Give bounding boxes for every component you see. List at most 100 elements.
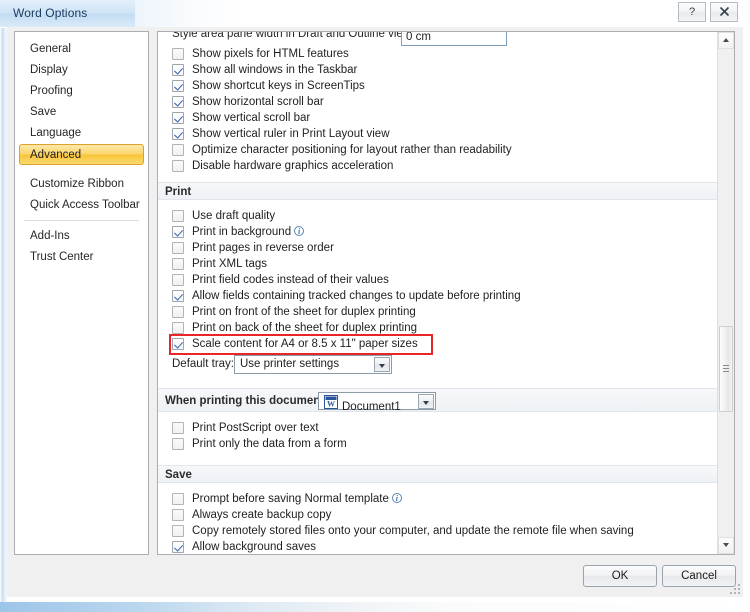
checkbox-row-print-xml-tags[interactable]: Print XML tags bbox=[158, 256, 718, 272]
checkbox-row-print-in-background[interactable]: Print in background i bbox=[158, 224, 718, 240]
cancel-button[interactable]: Cancel bbox=[662, 565, 736, 587]
sidebar-item-quick-access-toolbar[interactable]: Quick Access Toolbar bbox=[19, 195, 144, 216]
sidebar-item-label: Language bbox=[30, 127, 82, 139]
sidebar-item-advanced[interactable]: Advanced bbox=[19, 144, 144, 165]
checkbox-row-disable-hardware-acceleration[interactable]: Disable hardware graphics acceleration bbox=[158, 158, 718, 174]
print-options-group: Use draft quality Print in background i P… bbox=[158, 208, 718, 352]
word-options-window: Word Options ? General Display Proofing … bbox=[0, 0, 750, 612]
svg-text:W: W bbox=[327, 400, 335, 409]
checkbox-copy-remotely-stored-files[interactable] bbox=[172, 525, 184, 537]
close-button[interactable] bbox=[710, 2, 738, 22]
checkbox-row-print-only-data-from-form[interactable]: Print only the data from a form bbox=[158, 436, 718, 452]
title-bar: Word Options ? bbox=[0, 0, 750, 28]
resize-grip-icon[interactable] bbox=[729, 583, 740, 594]
checkbox-label: Show vertical ruler in Print Layout view bbox=[192, 128, 390, 140]
sidebar-item-display[interactable]: Display bbox=[19, 60, 144, 81]
sidebar-item-save[interactable]: Save bbox=[19, 102, 144, 123]
checkbox-row-print-postscript-over-text[interactable]: Print PostScript over text bbox=[158, 420, 718, 436]
checkbox-row-show-vertical-ruler[interactable]: Show vertical ruler in Print Layout view bbox=[158, 126, 718, 142]
checkbox-show-all-windows-taskbar[interactable] bbox=[172, 64, 184, 76]
checkbox-print-postscript-over-text[interactable] bbox=[172, 422, 184, 434]
sidebar-item-label: Add-Ins bbox=[30, 230, 70, 242]
default-tray-row: Default tray: Use printer settings bbox=[158, 355, 718, 377]
chevron-down-icon[interactable] bbox=[418, 394, 434, 409]
checkbox-label: Optimize character positioning for layou… bbox=[192, 144, 512, 156]
checkbox-disable-hardware-acceleration[interactable] bbox=[172, 160, 184, 172]
checkbox-label: Print only the data from a form bbox=[192, 438, 347, 450]
checkbox-optimize-character-positioning[interactable] bbox=[172, 144, 184, 156]
checkbox-label: Print field codes instead of their value… bbox=[192, 274, 389, 286]
checkbox-row-allow-background-saves[interactable]: Allow background saves bbox=[158, 539, 718, 554]
checkbox-row-copy-remotely-stored-files[interactable]: Copy remotely stored files onto your com… bbox=[158, 523, 718, 539]
checkbox-row-print-reverse-order[interactable]: Print pages in reverse order bbox=[158, 240, 718, 256]
sidebar-item-label: Advanced bbox=[30, 149, 82, 161]
sidebar-item-general[interactable]: General bbox=[19, 39, 144, 60]
scrollbar-thumb[interactable] bbox=[719, 326, 733, 412]
checkbox-print-front-duplex[interactable] bbox=[172, 306, 184, 318]
checkbox-allow-fields-tracked-changes[interactable] bbox=[172, 290, 184, 302]
checkbox-print-only-data-from-form[interactable] bbox=[172, 438, 184, 450]
checkbox-label: Print XML tags bbox=[192, 258, 267, 270]
checkbox-row-scale-content-a4[interactable]: Scale content for A4 or 8.5 x 11" paper … bbox=[158, 336, 718, 352]
checkbox-allow-background-saves[interactable] bbox=[172, 541, 184, 553]
ok-button[interactable]: OK bbox=[583, 565, 657, 587]
checkbox-row-print-front-duplex[interactable]: Print on front of the sheet for duplex p… bbox=[158, 304, 718, 320]
scroll-up-button[interactable] bbox=[718, 32, 734, 49]
checkbox-print-back-duplex[interactable] bbox=[172, 322, 184, 334]
sidebar-item-trust-center[interactable]: Trust Center bbox=[19, 247, 144, 268]
sidebar-item-customize-ribbon[interactable]: Customize Ribbon bbox=[19, 174, 144, 195]
default-tray-label: Default tray: bbox=[172, 358, 234, 370]
checkbox-label: Print pages in reverse order bbox=[192, 242, 334, 254]
when-printing-label: When printing this document: bbox=[165, 395, 328, 407]
sidebar-item-proofing[interactable]: Proofing bbox=[19, 81, 144, 102]
checkbox-show-vertical-scrollbar[interactable] bbox=[172, 112, 184, 124]
checkbox-row-use-draft-quality[interactable]: Use draft quality bbox=[158, 208, 718, 224]
checkbox-row-show-vertical-scrollbar[interactable]: Show vertical scroll bar bbox=[158, 110, 718, 126]
checkbox-always-create-backup-copy[interactable] bbox=[172, 509, 184, 521]
checkbox-use-draft-quality[interactable] bbox=[172, 210, 184, 222]
checkbox-row-show-horizontal-scrollbar[interactable]: Show horizontal scroll bar bbox=[158, 94, 718, 110]
checkbox-row-show-pixels-html[interactable]: Show pixels for HTML features bbox=[158, 46, 718, 62]
checkbox-prompt-before-saving-normal-template[interactable] bbox=[172, 493, 184, 505]
help-button[interactable]: ? bbox=[678, 2, 706, 22]
checkbox-print-reverse-order[interactable] bbox=[172, 242, 184, 254]
when-printing-document-dropdown[interactable]: W Document1 bbox=[318, 392, 436, 413]
scroll-up-arrow-icon bbox=[723, 38, 729, 42]
checkbox-print-field-codes[interactable] bbox=[172, 274, 184, 286]
style-area-pane-width-input[interactable]: 0 cm bbox=[401, 32, 507, 46]
checkbox-show-pixels-html[interactable] bbox=[172, 48, 184, 60]
window-title: Word Options bbox=[13, 6, 88, 20]
checkbox-label: Print on front of the sheet for duplex p… bbox=[192, 306, 416, 318]
checkbox-label: Prompt before saving Normal template bbox=[192, 493, 389, 505]
checkbox-row-always-create-backup-copy[interactable]: Always create backup copy bbox=[158, 507, 718, 523]
checkbox-row-allow-fields-tracked-changes[interactable]: Allow fields containing tracked changes … bbox=[158, 288, 718, 304]
scroll-down-button[interactable] bbox=[718, 537, 734, 554]
checkbox-show-vertical-ruler[interactable] bbox=[172, 128, 184, 140]
sidebar-item-language[interactable]: Language bbox=[19, 123, 144, 144]
checkbox-show-shortcut-keys[interactable] bbox=[172, 80, 184, 92]
scroll-down-arrow-icon bbox=[723, 543, 729, 547]
sidebar-item-add-ins[interactable]: Add-Ins bbox=[19, 226, 144, 247]
info-icon[interactable]: i bbox=[391, 493, 402, 503]
checkbox-print-xml-tags[interactable] bbox=[172, 258, 184, 270]
info-icon[interactable]: i bbox=[294, 226, 305, 236]
chevron-down-icon[interactable] bbox=[374, 357, 390, 372]
section-header-when-printing: When printing this document: W Document1 bbox=[158, 388, 718, 413]
checkbox-row-optimize-character-positioning[interactable]: Optimize character positioning for layou… bbox=[158, 142, 718, 158]
sidebar-divider bbox=[24, 220, 139, 221]
when-printing-options-group: Print PostScript over text Print only th… bbox=[158, 420, 718, 452]
checkbox-row-prompt-before-saving-normal-template[interactable]: Prompt before saving Normal template i bbox=[158, 491, 718, 507]
checkbox-label: Show shortcut keys in ScreenTips bbox=[192, 80, 365, 92]
checkbox-print-in-background[interactable] bbox=[172, 226, 184, 238]
checkbox-row-print-back-duplex[interactable]: Print on back of the sheet for duplex pr… bbox=[158, 320, 718, 336]
checkbox-row-show-shortcut-keys[interactable]: Show shortcut keys in ScreenTips bbox=[158, 78, 718, 94]
checkbox-row-show-all-windows-taskbar[interactable]: Show all windows in the Taskbar bbox=[158, 62, 718, 78]
question-mark-icon: ? bbox=[688, 6, 696, 18]
vertical-scrollbar[interactable] bbox=[717, 32, 734, 554]
default-tray-dropdown[interactable]: Use printer settings bbox=[234, 355, 392, 374]
dialog-body: General Display Proofing Save Language A… bbox=[7, 27, 743, 597]
checkbox-row-print-field-codes[interactable]: Print field codes instead of their value… bbox=[158, 272, 718, 288]
checkbox-scale-content-a4[interactable] bbox=[172, 338, 184, 350]
checkbox-show-horizontal-scrollbar[interactable] bbox=[172, 96, 184, 108]
